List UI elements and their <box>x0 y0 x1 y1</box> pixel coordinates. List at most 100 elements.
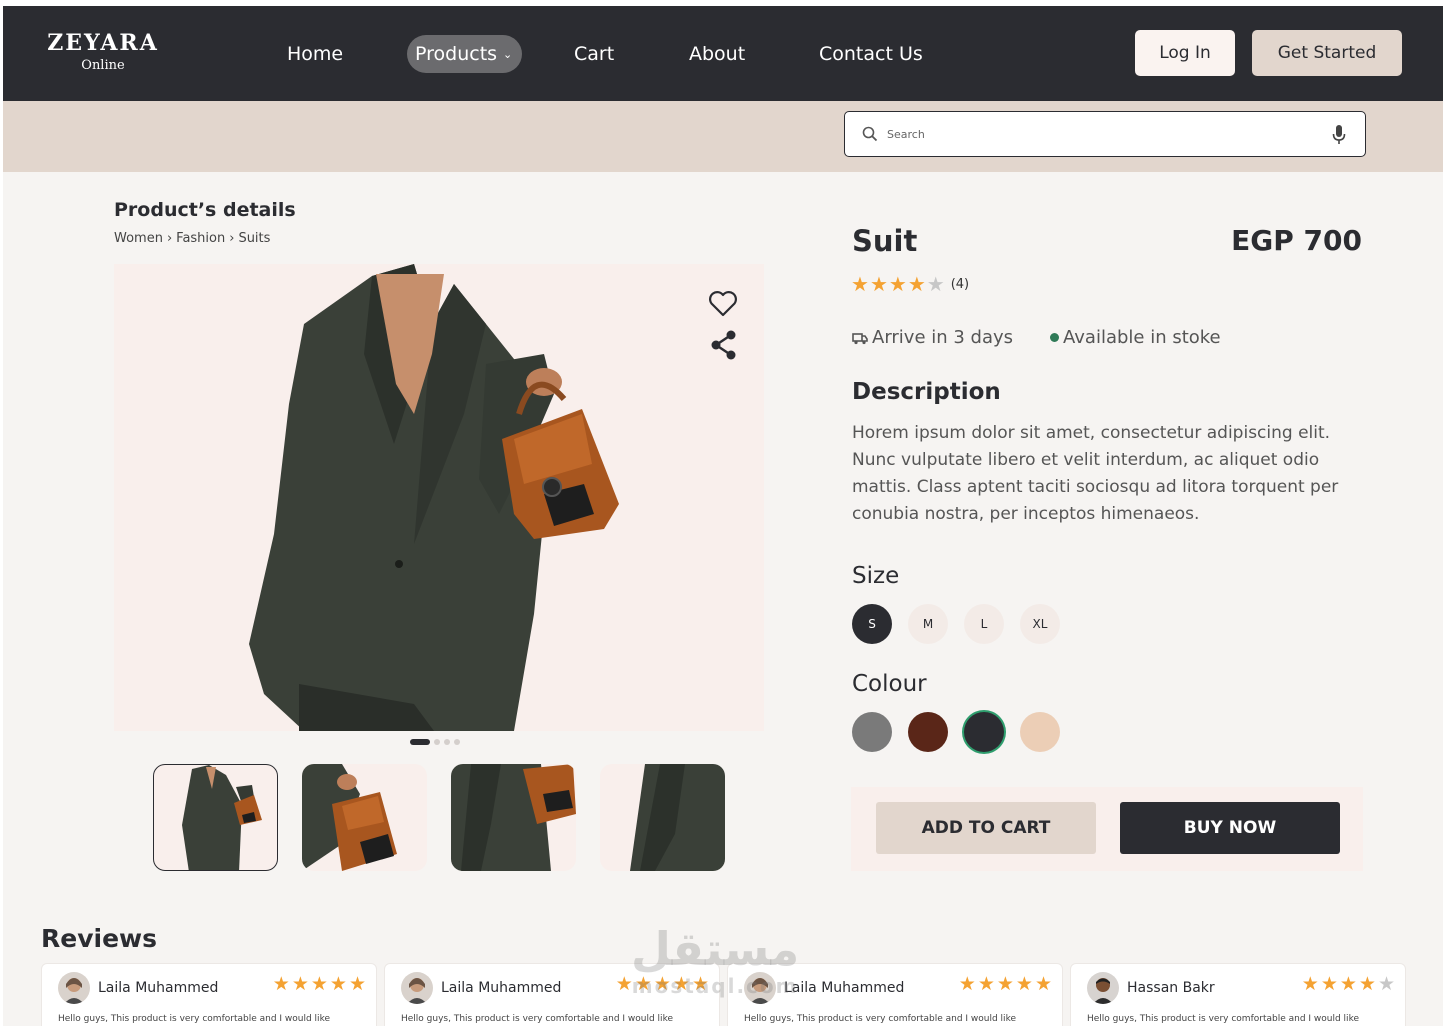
size-option-s[interactable]: S <box>852 604 892 644</box>
nav-cart[interactable]: Cart <box>574 35 614 73</box>
star-icon: ★ <box>615 973 633 995</box>
review-stars: ★ ★ ★ ★ ★ <box>273 974 368 994</box>
suit-photo <box>249 264 619 731</box>
nav-products[interactable]: Products ⌄ <box>407 35 523 73</box>
gallery-dot[interactable] <box>454 739 460 745</box>
search-input[interactable] <box>887 124 1307 144</box>
avatar <box>744 972 776 1004</box>
gallery-dot[interactable] <box>434 739 440 745</box>
search-icon <box>862 126 878 142</box>
avatar <box>1087 972 1119 1004</box>
review-text: Hello guys, This product is very comfort… <box>401 1014 673 1024</box>
gallery-pagination[interactable] <box>410 739 460 745</box>
star-icon: ★ <box>1015 973 1033 995</box>
star-icon: ★ <box>851 272 869 296</box>
review-card: Hassan Bakr ★ ★ ★ ★ ★ Hello guys, This produ… <box>1070 963 1406 1026</box>
stock-status: Available in stoke <box>1050 327 1221 348</box>
review-stars: ★ ★ ★ ★ ★ <box>1302 974 1397 994</box>
nav-home[interactable]: Home <box>287 35 343 73</box>
thumbnail-image <box>630 764 725 871</box>
brand-logo[interactable]: ZEYARA Online <box>43 30 163 73</box>
star-icon: ★ <box>691 973 709 995</box>
star-icon: ★ <box>977 973 995 995</box>
star-icon: ★ <box>310 973 328 995</box>
avatar <box>58 972 90 1004</box>
product-price: EGP 700 <box>1231 224 1362 257</box>
star-icon: ★ <box>1377 973 1395 995</box>
star-icon: ★ <box>996 973 1014 995</box>
thumbnail-2[interactable] <box>302 764 427 871</box>
nav-products-label: Products <box>415 43 498 65</box>
colour-swatch-grey[interactable] <box>852 712 892 752</box>
breadcrumb-chevron-icon: › <box>166 231 173 246</box>
star-icon: ★ <box>653 973 671 995</box>
section-title: Product’s details <box>114 199 296 221</box>
thumbnail-3[interactable] <box>451 764 576 871</box>
nav-about[interactable]: About <box>689 35 745 73</box>
get-started-button[interactable]: Get Started <box>1252 30 1402 76</box>
star-icon: ★ <box>272 973 290 995</box>
colour-swatch-charcoal[interactable] <box>964 712 1004 752</box>
breadcrumb-fashion[interactable]: Fashion <box>176 231 225 246</box>
product-name: Suit <box>852 224 918 258</box>
star-icon: ★ <box>926 272 945 296</box>
breadcrumb: Women › Fashion › Suits <box>114 231 270 246</box>
star-icon: ★ <box>672 973 690 995</box>
buy-now-button[interactable]: BUY NOW <box>1120 802 1340 854</box>
product-rating: ★ ★ ★ ★ ★ (4) <box>851 274 969 294</box>
share-icon[interactable] <box>710 330 738 360</box>
size-title: Size <box>852 563 900 589</box>
rating-count: (4) <box>950 276 970 292</box>
review-text: Hello guys, This product is very comfort… <box>58 1014 330 1024</box>
delivery-info: Arrive in 3 days <box>852 327 1013 348</box>
thumbnail-1[interactable] <box>153 764 278 871</box>
star-icon: ★ <box>869 272 888 296</box>
colour-title: Colour <box>852 671 927 697</box>
top-navbar: ZEYARA Online Home Products ⌄ Cart About … <box>3 6 1443 101</box>
review-card: Laila Muhammed ★ ★ ★ ★ ★ Hello guys, This pr… <box>384 963 720 1026</box>
search-bar[interactable] <box>844 111 1366 157</box>
review-text: Hello guys, This product is very comfort… <box>1087 1014 1359 1024</box>
reviewer-name: Hassan Bakr <box>1127 980 1215 996</box>
star-icon: ★ <box>958 973 976 995</box>
star-icon: ★ <box>888 272 907 296</box>
colour-swatch-beige[interactable] <box>1020 712 1060 752</box>
breadcrumb-women[interactable]: Women <box>114 231 163 246</box>
star-icon: ★ <box>329 973 347 995</box>
login-button[interactable]: Log In <box>1135 30 1235 76</box>
star-icon: ★ <box>1320 973 1338 995</box>
thumbnail-4[interactable] <box>600 764 725 871</box>
star-icon: ★ <box>1339 973 1357 995</box>
page: ZEYARA Online Home Products ⌄ Cart About … <box>3 6 1443 1026</box>
reviewer-name: Laila Muhammed <box>98 980 219 996</box>
reviewer-name: Laila Muhammed <box>441 980 562 996</box>
thumbnail-image <box>302 764 397 871</box>
review-card: Laila Muhammed ★ ★ ★ ★ ★ Hello guys, This pr… <box>727 963 1063 1026</box>
product-main-image <box>114 264 764 731</box>
size-option-xl[interactable]: XL <box>1020 604 1060 644</box>
brand-name: ZEYARA <box>47 30 159 56</box>
gallery-dot[interactable] <box>410 739 430 745</box>
review-stars: ★ ★ ★ ★ ★ <box>616 974 711 994</box>
description-text: Horem ipsum dolor sit amet, consectetur … <box>852 423 1339 524</box>
reviewer-name: Laila Muhammed <box>784 980 905 996</box>
add-to-cart-button[interactable]: ADD TO CART <box>876 802 1096 854</box>
breadcrumb-suits[interactable]: Suits <box>238 231 270 246</box>
microphone-icon[interactable] <box>1332 124 1346 146</box>
size-option-l[interactable]: L <box>964 604 1004 644</box>
thumbnail-image <box>182 765 262 870</box>
star-icon: ★ <box>1034 973 1052 995</box>
avatar <box>401 972 433 1004</box>
breadcrumb-chevron-icon: › <box>229 231 235 246</box>
delivery-truck-icon <box>852 332 868 344</box>
stock-indicator-icon <box>1050 333 1059 342</box>
stock-text: Available in stoke <box>1063 327 1221 348</box>
reviews-title: Reviews <box>41 924 158 953</box>
colour-swatch-brown[interactable] <box>908 712 948 752</box>
heart-icon[interactable] <box>708 290 738 318</box>
brand-sub: Online <box>81 58 125 73</box>
gallery-dot[interactable] <box>444 739 450 745</box>
rating-stars: ★ ★ ★ ★ ★ <box>851 274 946 294</box>
size-option-m[interactable]: M <box>908 604 948 644</box>
nav-contact[interactable]: Contact Us <box>819 35 923 73</box>
